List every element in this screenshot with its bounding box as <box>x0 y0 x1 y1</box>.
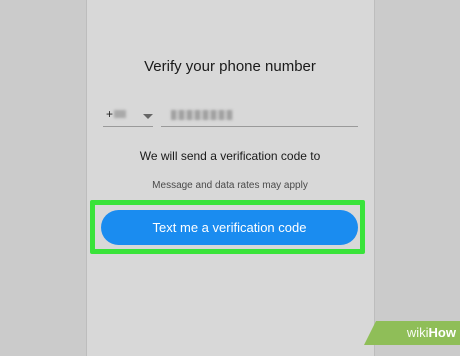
country-code-select[interactable]: + <box>103 104 153 127</box>
page-title: Verify your phone number <box>144 58 316 75</box>
verify-card <box>86 0 375 356</box>
send-code-text: We will send a verification code to <box>139 149 321 163</box>
rates-text: Message and data rates may apply <box>152 180 308 191</box>
phone-input-row: + <box>103 104 359 128</box>
text-verification-code-button[interactable]: Text me a verification code <box>101 210 358 245</box>
redacted-phone-number <box>171 110 233 120</box>
phone-number-field[interactable] <box>161 104 358 127</box>
redacted-country-code <box>114 110 127 118</box>
chevron-down-icon <box>143 114 153 119</box>
wikihow-watermark: wikiHow <box>364 321 460 345</box>
country-code-value: + <box>106 107 127 121</box>
